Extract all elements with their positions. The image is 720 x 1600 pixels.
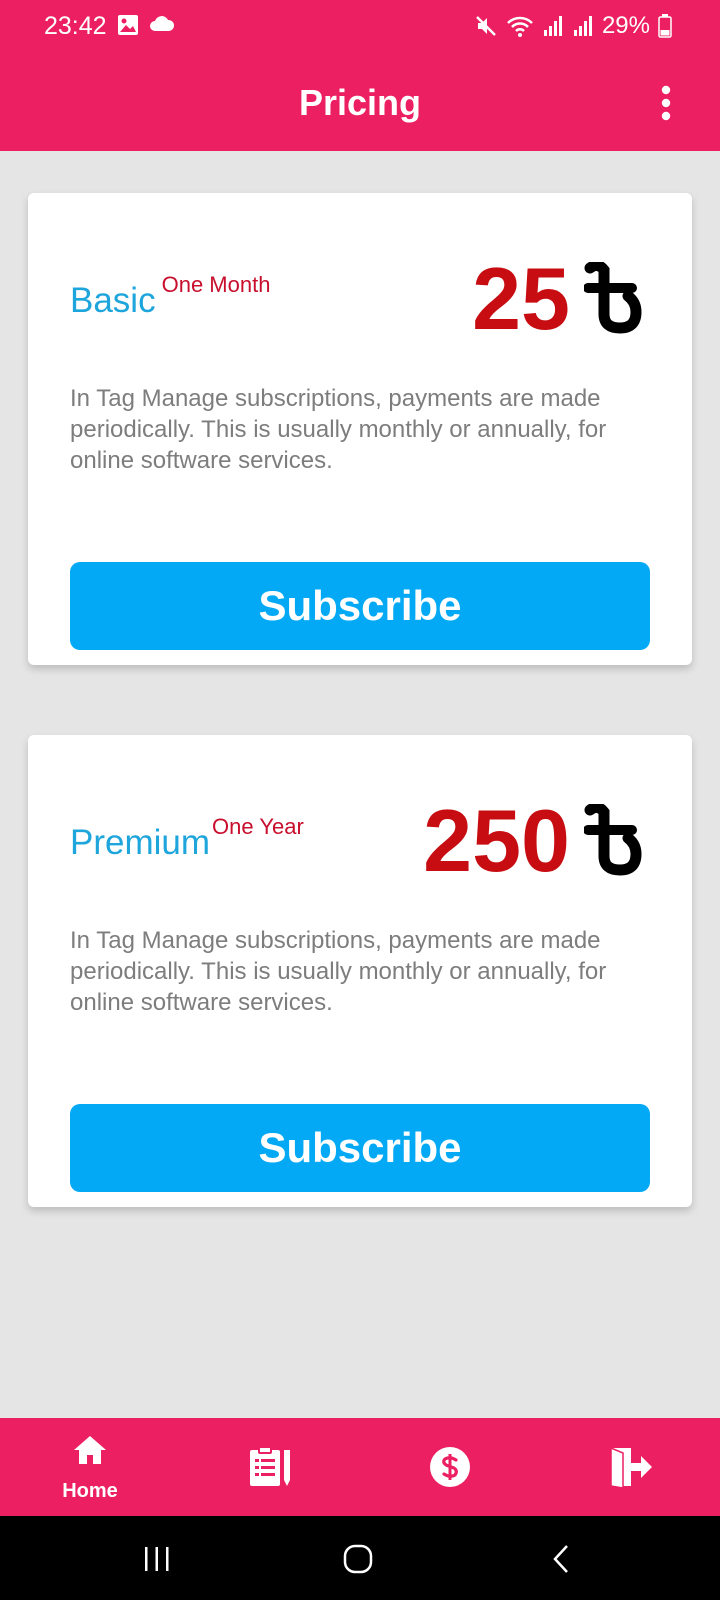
cloud-icon: [150, 16, 175, 31]
more-vert-icon[interactable]: [660, 85, 672, 121]
price: 25: [472, 255, 648, 343]
taka-icon: [584, 262, 642, 334]
system-navigation-bar: [0, 1516, 720, 1600]
battery-percentage: 29%: [601, 12, 650, 39]
signal-icon: [573, 16, 592, 36]
app-bar: Pricing: [0, 52, 720, 151]
mute-icon: [476, 16, 496, 36]
back-icon[interactable]: [551, 1544, 571, 1574]
plan-name: Premium: [70, 823, 211, 862]
price: 250: [423, 797, 648, 885]
nav-item-pricing[interactable]: [360, 1418, 540, 1516]
status-time: 23:42: [44, 12, 107, 40]
recents-icon[interactable]: [143, 1546, 171, 1572]
nav-label-home: Home: [62, 1480, 118, 1502]
home-circle-icon[interactable]: [343, 1544, 373, 1574]
plan-card-basic: Basic One Month 25 In Tag Manage subscrip…: [28, 193, 692, 665]
plan-description: In Tag Manage subscriptions, payments ar…: [70, 385, 607, 474]
plan-name: Basic: [70, 281, 156, 320]
logout-icon: [610, 1446, 652, 1488]
home-icon: [74, 1436, 106, 1464]
status-bar: 23:42 29%: [0, 0, 720, 52]
nav-item-logout[interactable]: [540, 1418, 720, 1516]
page-title: Pricing: [298, 82, 422, 123]
taka-icon: [584, 804, 642, 876]
plan-period: One Month: [161, 272, 271, 297]
dollar-icon: [430, 1447, 470, 1487]
plan-description: In Tag Manage subscriptions, payments ar…: [70, 927, 607, 1016]
plan-period: One Year: [212, 814, 304, 839]
subscribe-button-premium[interactable]: Subscribe: [70, 1104, 650, 1192]
nav-item-notes[interactable]: [180, 1418, 360, 1516]
notes-icon: [250, 1446, 290, 1486]
wifi-icon: [507, 16, 533, 37]
plan-card-premium: PremiumOne Year 250 In Tag Manage subscr…: [28, 735, 692, 1207]
price-value: 250: [423, 791, 570, 890]
price-value: 25: [472, 249, 570, 348]
bottom-navigation: Home: [0, 1418, 720, 1516]
image-icon: [118, 15, 138, 35]
battery-icon: [658, 14, 672, 38]
nav-item-home[interactable]: Home: [0, 1418, 180, 1516]
signal-icon: [543, 16, 562, 36]
subscribe-button-basic[interactable]: Subscribe: [70, 562, 650, 650]
